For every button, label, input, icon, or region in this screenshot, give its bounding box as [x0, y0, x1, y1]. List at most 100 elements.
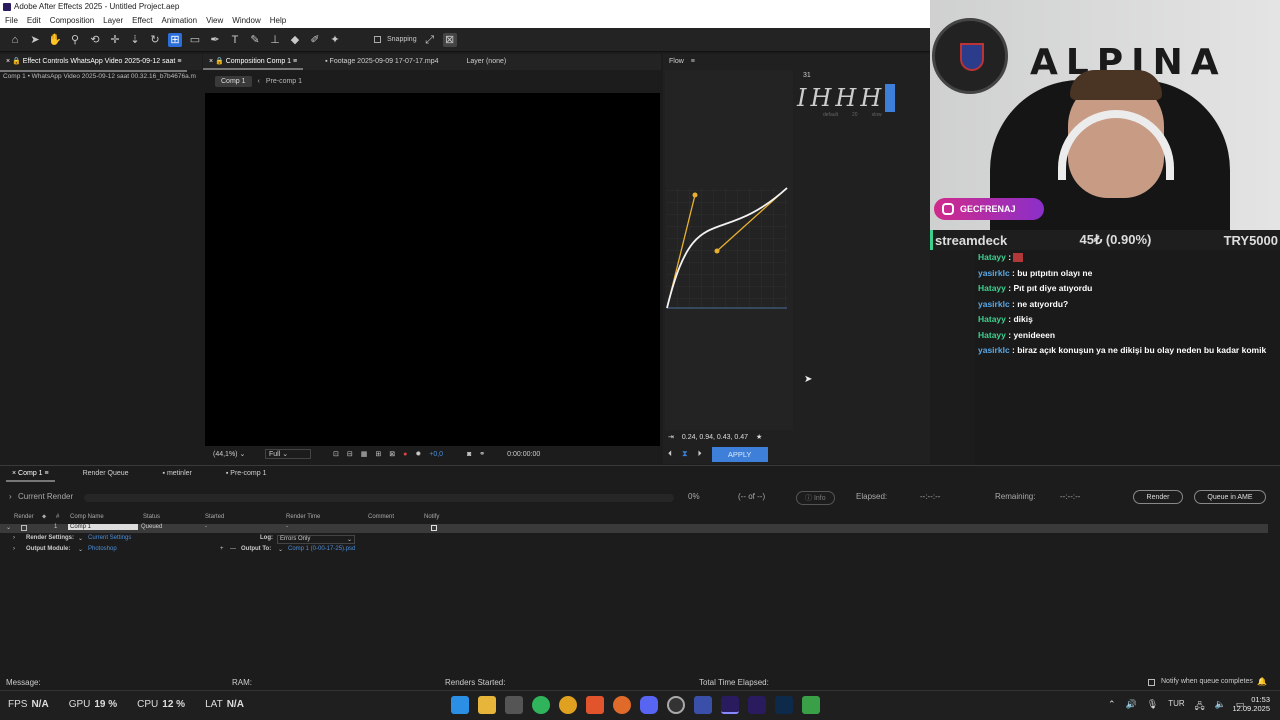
subtab-precomp1[interactable]: Pre-comp 1: [266, 78, 302, 85]
snap-link-icon[interactable]: ⤢: [423, 33, 437, 47]
next-icon[interactable]: ⏵: [698, 449, 702, 459]
zoom-tool-icon[interactable]: ⚲: [68, 33, 82, 47]
language-indicator[interactable]: TUR: [1168, 699, 1184, 715]
favorite-star-icon[interactable]: ★: [756, 433, 762, 441]
col-started[interactable]: Started: [205, 514, 224, 520]
tray-overflow-icon[interactable]: ⌃: [1108, 699, 1116, 715]
log-dropdown[interactable]: Errors Only ⌄: [277, 535, 355, 544]
mask-icon[interactable]: ⊞: [375, 450, 381, 458]
output-to-dropdown-icon[interactable]: ⌄: [278, 546, 283, 553]
output-expand-icon[interactable]: ›: [13, 546, 15, 552]
tab-effect-controls[interactable]: × 🔒 Effect Controls WhatsApp Video 2025-…: [0, 54, 188, 72]
snap-grid-icon[interactable]: ⊠: [442, 32, 457, 47]
tab-layer[interactable]: Layer (none): [461, 54, 513, 70]
home-icon[interactable]: ⌂: [8, 33, 22, 47]
render-settings-value[interactable]: Current Settings: [88, 535, 131, 541]
menu-animation[interactable]: Animation: [161, 14, 197, 28]
roto-brush-tool-icon[interactable]: ✐: [308, 33, 322, 47]
expand-icon[interactable]: ›: [9, 492, 12, 501]
preset-curve-4[interactable]: H: [860, 84, 881, 112]
col-render-time[interactable]: Render Time: [286, 514, 320, 520]
pan-tool-icon[interactable]: ✛: [108, 33, 122, 47]
transparency-grid-icon[interactable]: ▦: [361, 450, 368, 458]
exposure-value[interactable]: +0,0: [429, 451, 443, 458]
rectangle-tool-icon[interactable]: ▭: [188, 33, 202, 47]
import-icon[interactable]: ⇥: [668, 433, 674, 441]
tab-metinler[interactable]: ▪ metinler: [157, 466, 198, 482]
apply-button[interactable]: APPLY: [711, 446, 768, 462]
windows-start-icon[interactable]: [451, 696, 469, 714]
settings-expand-icon[interactable]: ›: [13, 535, 15, 541]
output-to-value[interactable]: Comp 1 (0-00-17-25).psd: [288, 546, 355, 552]
tab-render-queue[interactable]: Render Queue: [77, 466, 135, 482]
eraser-tool-icon[interactable]: ◆: [288, 33, 302, 47]
rotate-tool-icon[interactable]: ↻: [148, 33, 162, 47]
row-expand-icon[interactable]: ⌄: [6, 524, 11, 531]
add-output-icon[interactable]: +: [220, 546, 224, 552]
guides-icon[interactable]: ⊠: [389, 450, 395, 458]
row-comp-name[interactable]: Comp 1: [68, 524, 138, 530]
col-comp-name[interactable]: Comp Name: [70, 514, 104, 520]
bell-icon[interactable]: 🔔: [1257, 677, 1267, 686]
menu-layer[interactable]: Layer: [103, 14, 123, 28]
fit-icon[interactable]: ⊡: [333, 450, 339, 458]
preset-curve-2[interactable]: H: [810, 84, 831, 112]
pen-tool-icon[interactable]: ✒: [208, 33, 222, 47]
zoom-dropdown[interactable]: (44,1%) ⌄: [213, 450, 257, 458]
menu-effect[interactable]: Effect: [132, 14, 152, 28]
whatsapp-icon[interactable]: [532, 696, 550, 714]
terminal-icon[interactable]: [505, 696, 523, 714]
after-effects-taskbar-icon[interactable]: [721, 696, 739, 714]
clock[interactable]: 01:53 12.09.2025: [1224, 695, 1270, 713]
flip-icon[interactable]: ⧗: [682, 449, 688, 459]
preset-curve-1[interactable]: I: [797, 84, 806, 112]
obs-icon[interactable]: [667, 696, 685, 714]
chrome-icon[interactable]: [559, 696, 577, 714]
brave-icon[interactable]: [586, 696, 604, 714]
col-render[interactable]: Render: [14, 514, 34, 520]
render-settings-dropdown-icon[interactable]: ⌄: [78, 535, 83, 542]
pan-behind-tool-icon[interactable]: ⊞: [168, 32, 182, 47]
preset-curve-3[interactable]: H: [835, 84, 856, 112]
panel-menu-icon[interactable]: ≡: [691, 58, 695, 65]
info-button[interactable]: ⓘ Info: [796, 491, 835, 505]
menu-composition[interactable]: Composition: [50, 14, 94, 28]
clone-stamp-tool-icon[interactable]: ⊥: [268, 33, 282, 47]
dolly-tool-icon[interactable]: ⇣: [128, 33, 142, 47]
queue-in-ame-button[interactable]: Queue in AME: [1194, 490, 1266, 504]
col-index[interactable]: #: [56, 514, 59, 520]
tab-composition[interactable]: × 🔒 Composition Comp 1 ≡: [203, 54, 304, 70]
file-explorer-icon[interactable]: [478, 696, 496, 714]
microphone-icon[interactable]: 🎙: [1147, 699, 1158, 715]
col-status[interactable]: Status: [143, 514, 160, 520]
orbit-tool-icon[interactable]: ⟲: [88, 33, 102, 47]
flow-curve-graph[interactable]: ⋮: [665, 70, 799, 430]
remove-output-icon[interactable]: —: [230, 546, 236, 552]
notify-queue-checkbox[interactable]: [1148, 679, 1155, 686]
render-checkbox[interactable]: [21, 525, 27, 531]
menu-view[interactable]: View: [206, 14, 223, 28]
media-player-icon[interactable]: [802, 696, 820, 714]
handle-point-2[interactable]: [714, 248, 720, 254]
subtab-comp1[interactable]: Comp 1: [215, 75, 252, 87]
tab-comp1[interactable]: × Comp 1 ≡: [6, 466, 55, 482]
app-triangle-icon[interactable]: [694, 696, 712, 714]
render-button[interactable]: Render: [1133, 490, 1183, 504]
color-manage-icon[interactable]: ✹: [415, 450, 421, 458]
menu-edit[interactable]: Edit: [27, 14, 41, 28]
puppet-pin-tool-icon[interactable]: ✦: [328, 33, 342, 47]
selection-tool-icon[interactable]: ➤: [28, 33, 42, 47]
hand-tool-icon[interactable]: ✋: [48, 33, 62, 47]
camera-icon[interactable]: ◙: [467, 451, 471, 458]
col-notify[interactable]: Notify: [424, 514, 439, 520]
timecode[interactable]: 0:00:00:00: [507, 451, 540, 458]
tab-footage[interactable]: ▪ Footage 2025-09-09 17-07-17.mp4: [319, 54, 444, 70]
discord-icon[interactable]: [640, 696, 658, 714]
brush-tool-icon[interactable]: ✎: [248, 33, 262, 47]
composition-viewer[interactable]: [205, 93, 660, 446]
output-module-value[interactable]: Photoshop: [88, 546, 117, 552]
type-tool-icon[interactable]: T: [228, 33, 242, 47]
firefox-icon[interactable]: [613, 696, 631, 714]
output-module-dropdown-icon[interactable]: ⌄: [78, 546, 83, 553]
col-comment[interactable]: Comment: [368, 514, 394, 520]
